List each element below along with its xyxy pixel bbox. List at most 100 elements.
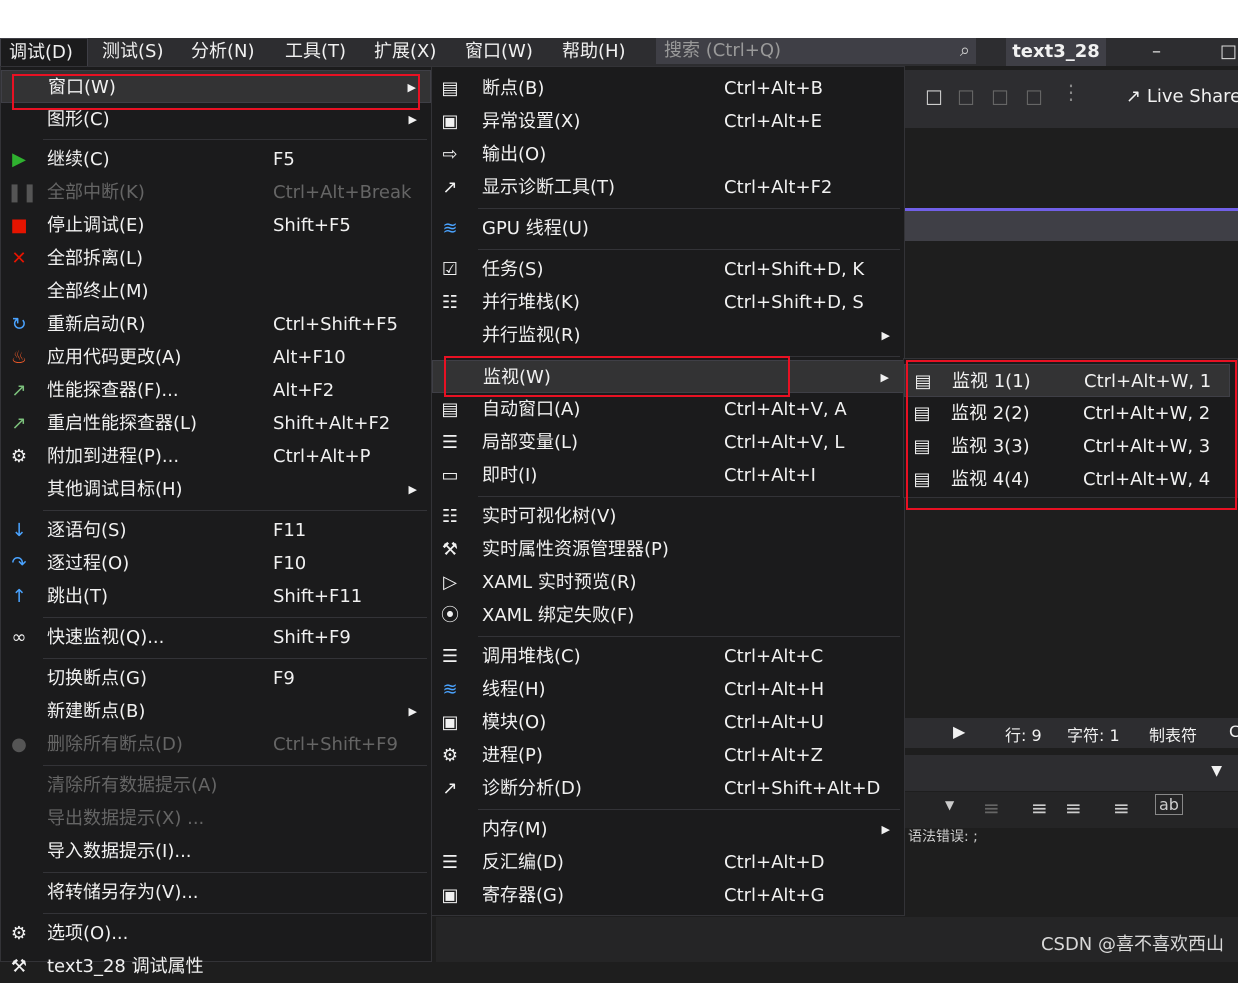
menu-tools[interactable]: 工具(T) <box>277 38 354 66</box>
debug-menu-item[interactable]: ∞ 快速监视(Q)... Shift+F9 <box>1 621 431 654</box>
window-menu-item[interactable]: ≋ 线程(H) Ctrl+Alt+H <box>432 673 904 706</box>
menu-item-shortcut: Shift+F11 <box>273 586 363 607</box>
debug-menu-item[interactable]: ↗ 性能探查器(F)... Alt+F2 <box>1 374 431 407</box>
menu-item-label: 全部中断(K) <box>47 182 145 203</box>
prev-message-icon[interactable]: ≡ <box>1031 796 1048 820</box>
maximize-icon[interactable]: □ <box>1220 38 1237 66</box>
debug-menu-item[interactable]: 窗口(W) ▶ <box>1 70 431 103</box>
debug-menu-item[interactable]: ⚒ text3_28 调试属性 <box>1 950 431 983</box>
window-menu-item[interactable]: ▭ 即时(I) Ctrl+Alt+I <box>432 459 904 492</box>
menu-window[interactable]: 窗口(W) <box>457 38 541 66</box>
search-input[interactable]: 搜索 (Ctrl+Q) ⌕ <box>656 38 976 64</box>
debug-menu-item[interactable]: ↓ 逐语句(S) F11 <box>1 514 431 547</box>
window-menu-item[interactable]: ☰ 调用堆栈(C) Ctrl+Alt+C <box>432 640 904 673</box>
window-menu-item[interactable]: ▣ 寄存器(G) Ctrl+Alt+G <box>432 879 904 912</box>
window-menu-item[interactable]: ⚒ 实时属性资源管理器(P) <box>432 533 904 566</box>
debug-menu-item[interactable]: 导入数据提示(I)... <box>1 835 431 868</box>
window-menu-item[interactable]: 内存(M) ▶ <box>432 813 904 846</box>
debug-menu-item[interactable]: ⚙ 选项(O)... <box>1 917 431 950</box>
menu-item-shortcut: Ctrl+Shift+F5 <box>273 314 398 335</box>
debug-menu-item[interactable]: ↑ 跳出(T) Shift+F11 <box>1 580 431 613</box>
window-menu-item[interactable]: ↗ 诊断分析(D) Ctrl+Shift+Alt+D <box>432 772 904 805</box>
debug-menu-item: 导出数据提示(X) ... <box>1 802 431 835</box>
menu-item-shortcut: Shift+F5 <box>273 215 351 236</box>
window-menu-item[interactable]: ▤ 断点(B) Ctrl+Alt+B <box>432 72 904 105</box>
live-share-button[interactable]: ↗ Live Share <box>1126 86 1238 107</box>
window-menu-item[interactable]: ⇨ 输出(O) <box>432 138 904 171</box>
window-menu-item[interactable]: ▣ 异常设置(X) Ctrl+Alt+E <box>432 105 904 138</box>
window-menu-item[interactable]: ▷ XAML 实时预览(R) <box>432 566 904 599</box>
debug-menu-item[interactable]: ✕ 全部拆离(L) <box>1 242 431 275</box>
window-menu-item[interactable]: ☰ 局部变量(L) Ctrl+Alt+V, L <box>432 426 904 459</box>
title-area <box>0 0 1238 38</box>
bookmark-prev-icon[interactable]: ☐ <box>957 86 975 110</box>
debug-menu-item[interactable]: ↷ 逐过程(O) F10 <box>1 547 431 580</box>
menu-extensions[interactable]: 扩展(X) <box>366 38 444 66</box>
debug-menu-item[interactable]: 图形(C) ▶ <box>1 103 431 136</box>
window-menu-item[interactable]: ☷ 并行堆栈(K) Ctrl+Shift+D, S <box>432 286 904 319</box>
debug-menu-item[interactable]: 全部终止(M) <box>1 275 431 308</box>
menu-item-label: GPU 线程(U) <box>482 218 589 239</box>
window-menu-item[interactable]: ↗ 显示诊断工具(T) Ctrl+Alt+F2 <box>432 171 904 204</box>
debug-menu-item[interactable]: ♨ 应用代码更改(A) Alt+F10 <box>1 341 431 374</box>
source-dropdown-icon[interactable]: ▼ <box>945 798 954 812</box>
window-menu-item[interactable]: ⚙ 进程(P) Ctrl+Alt+Z <box>432 739 904 772</box>
menu-item-label: 逐过程(O) <box>47 553 130 574</box>
menu-test[interactable]: 测试(S) <box>94 38 171 66</box>
status-extra: C <box>1229 722 1238 741</box>
menu-item-label: 应用代码更改(A) <box>47 347 182 368</box>
menu-separator <box>43 913 427 914</box>
window-menu-item[interactable]: ☰ 反汇编(D) Ctrl+Alt+D <box>432 846 904 879</box>
debug-menu-item[interactable]: 新建断点(B) ▶ <box>1 695 431 728</box>
watch-menu-item[interactable]: ▤ 监视 2(2) Ctrl+Alt+W, 2 <box>904 397 1230 430</box>
tab-indicator[interactable]: 制表符 <box>1149 722 1197 746</box>
next-message-icon[interactable]: ≡ <box>1065 796 1082 820</box>
output-text: 语法错误: ; <box>908 829 978 845</box>
debug-menu-item[interactable]: ↗ 重启性能探查器(L) Shift+Alt+F2 <box>1 407 431 440</box>
debug-menu-item[interactable]: 其他调试目标(H) ▶ <box>1 473 431 506</box>
diagnostics-icon: ↗ <box>442 177 458 198</box>
watch-menu-item[interactable]: ▤ 监视 4(4) Ctrl+Alt+W, 4 <box>904 463 1230 496</box>
menu-debug[interactable]: 调试(D) <box>0 38 88 66</box>
dropdown-icon[interactable]: ▼ <box>1211 763 1222 779</box>
window-menu-item[interactable]: ☑ 任务(S) Ctrl+Shift+D, K <box>432 253 904 286</box>
registers-icon: ▣ <box>441 885 459 906</box>
clear-all-icon[interactable]: ≡ <box>1113 796 1130 820</box>
menu-item-label: 诊断分析(D) <box>482 778 582 799</box>
window-menu-item[interactable]: ▤ 自动窗口(A) Ctrl+Alt+V, A <box>432 393 904 426</box>
bookmark-icon[interactable]: ☐ <box>925 86 943 110</box>
bookmark-next-icon[interactable]: ☐ <box>991 86 1009 110</box>
window-menu-item[interactable]: 监视(W) ▶ <box>432 360 904 393</box>
window-menu-item[interactable]: ▣ 模块(O) Ctrl+Alt+U <box>432 706 904 739</box>
debug-menu-item[interactable]: 将转储另存为(V)... <box>1 876 431 909</box>
debug-menu-item[interactable]: ⚙ 附加到进程(P)... Ctrl+Alt+P <box>1 440 431 473</box>
scroll-right-icon[interactable]: ▶ <box>953 722 965 741</box>
menu-item-label: 即时(I) <box>482 465 538 486</box>
detach-icon: ✕ <box>11 248 27 269</box>
locals-icon: ☰ <box>441 432 459 453</box>
watch-menu-item[interactable]: ▤ 监视 1(1) Ctrl+Alt+W, 1 <box>904 364 1230 397</box>
bookmark-clear-icon[interactable]: ☐ <box>1025 86 1043 110</box>
word-wrap-icon[interactable]: ab <box>1155 794 1183 815</box>
menu-item-label: 删除所有断点(D) <box>47 734 183 755</box>
watch-menu-item[interactable]: ▤ 监视 3(3) Ctrl+Alt+W, 3 <box>904 430 1230 463</box>
minimize-icon[interactable]: – <box>1152 38 1161 66</box>
window-menu-item[interactable]: ⦿ XAML 绑定失败(F) <box>432 599 904 632</box>
menu-help[interactable]: 帮助(H) <box>554 38 634 66</box>
debug-menu-item[interactable]: ↻ 重新启动(R) Ctrl+Shift+F5 <box>1 308 431 341</box>
profiler-icon: ↗ <box>11 380 27 401</box>
menu-analyze[interactable]: 分析(N) <box>183 38 263 66</box>
menu-separator <box>43 765 427 766</box>
overflow-icon[interactable]: ⋮ <box>1061 80 1081 104</box>
debug-menu-item[interactable]: ▶ 继续(C) F5 <box>1 143 431 176</box>
watermark: CSDN @喜不喜欢西山 <box>1040 934 1224 955</box>
step-into-icon: ↓ <box>11 520 27 541</box>
window-menu-item[interactable]: ☷ 实时可视化树(V) <box>432 500 904 533</box>
debug-menu-item[interactable]: ■ 停止调试(E) Shift+F5 <box>1 209 431 242</box>
menu-item-shortcut: Ctrl+Alt+U <box>724 712 824 733</box>
clear-icon[interactable]: ≡ <box>983 796 1000 820</box>
window-menu-item[interactable]: 并行监视(R) ▶ <box>432 319 904 352</box>
debug-menu-item[interactable]: 切换断点(G) F9 <box>1 662 431 695</box>
menu-item-shortcut: Ctrl+Shift+Alt+D <box>724 778 881 799</box>
window-menu-item[interactable]: ≋ GPU 线程(U) <box>432 212 904 245</box>
